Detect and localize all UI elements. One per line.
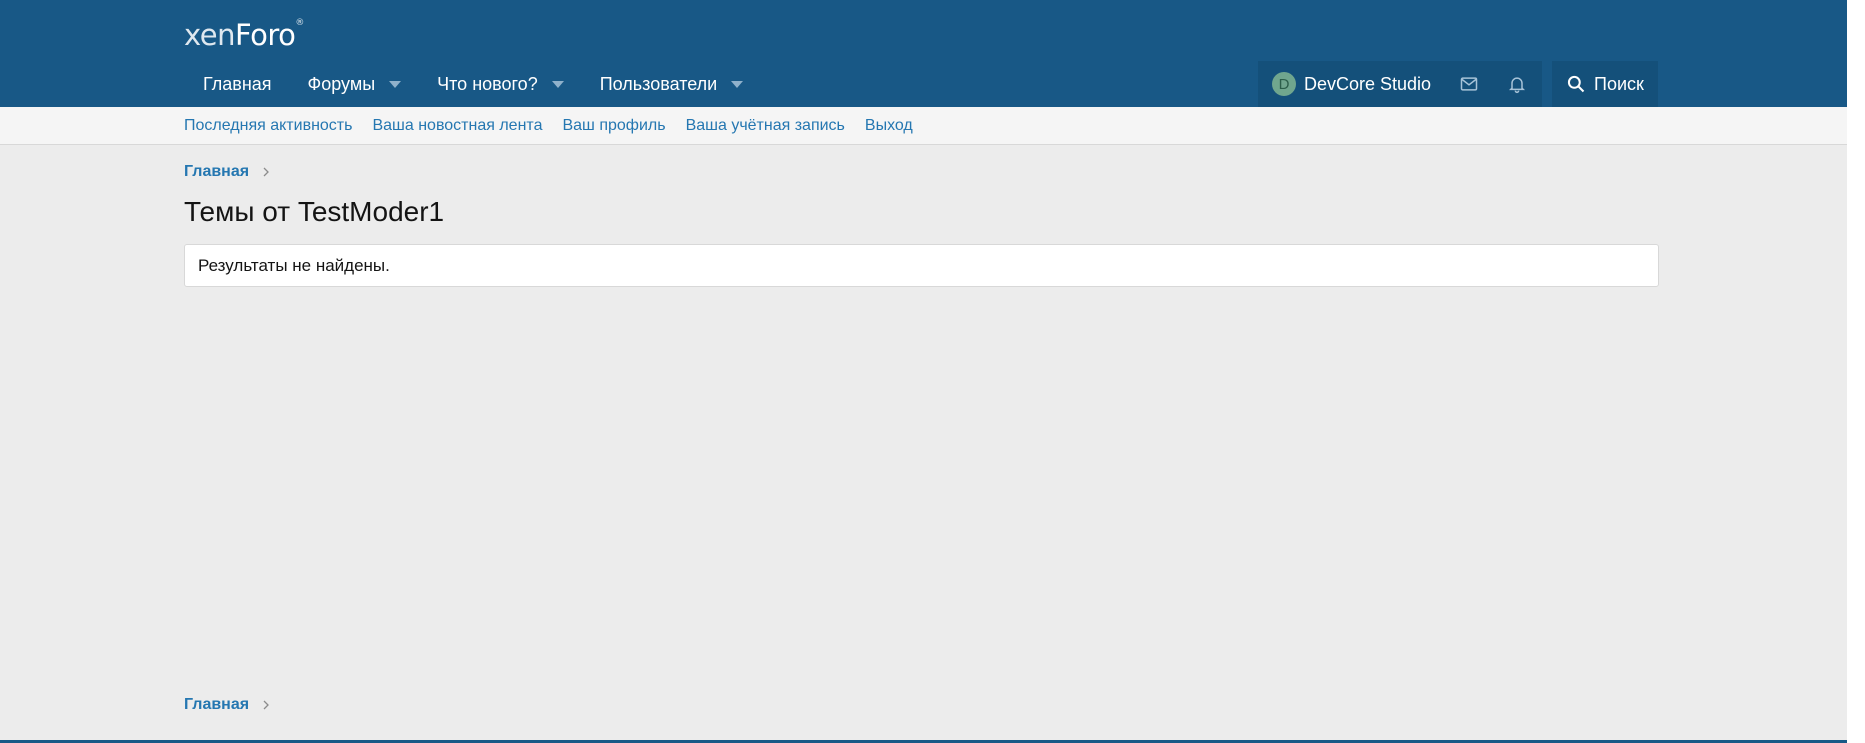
nav-item-label: Главная bbox=[203, 74, 272, 94]
empty-results-message: Результаты не найдены. bbox=[198, 255, 390, 275]
nav-item-home[interactable]: Главная bbox=[186, 62, 290, 107]
sub-nav: Последняя активность Ваша новостная лент… bbox=[0, 107, 1847, 145]
subnav-your-profile[interactable]: Ваш профиль bbox=[562, 117, 665, 135]
page-title: Темы от TestModer1 bbox=[184, 196, 445, 227]
bell-icon bbox=[1509, 77, 1526, 94]
subnav-logout[interactable]: Выход bbox=[865, 117, 913, 135]
caret-down-icon[interactable] bbox=[551, 81, 564, 88]
page: xenForo® Главная Форумы Что нового? Поль… bbox=[0, 0, 1865, 743]
alerts-button[interactable] bbox=[1493, 61, 1541, 107]
envelope-icon bbox=[1460, 77, 1478, 91]
nav-item-label: Пользователи bbox=[599, 74, 718, 94]
nav-item-label: Что нового? bbox=[437, 74, 538, 94]
breadcrumb-top[interactable]: Главная bbox=[184, 163, 271, 181]
subnav-your-account[interactable]: Ваша учётная запись bbox=[686, 117, 845, 135]
breadcrumb-home[interactable]: Главная bbox=[184, 696, 249, 714]
results-block: Результаты не найдены. bbox=[184, 244, 1659, 287]
nav-item-label: Форумы bbox=[307, 74, 376, 94]
user-name: DevCore Studio bbox=[1304, 73, 1432, 94]
search-button[interactable]: Поиск bbox=[1552, 61, 1658, 107]
search-label: Поиск bbox=[1594, 73, 1644, 94]
subnav-news-feed[interactable]: Ваша новостная лента bbox=[372, 117, 542, 135]
chevron-right-icon bbox=[263, 700, 269, 710]
subnav-latest-activity[interactable]: Последняя активность bbox=[184, 117, 352, 135]
caret-down-icon[interactable] bbox=[389, 81, 402, 88]
header: xenForo® Главная Форумы Что нового? Поль… bbox=[0, 0, 1847, 107]
nav-item-members[interactable]: Пользователи bbox=[582, 62, 761, 107]
chevron-right-icon bbox=[263, 167, 269, 177]
breadcrumb-bottom[interactable]: Главная bbox=[184, 696, 271, 714]
search-icon bbox=[1567, 75, 1585, 93]
main-nav: Главная Форумы Что нового? Пользователи bbox=[186, 62, 761, 107]
user-nav-group: D DevCore Studio bbox=[1258, 61, 1542, 107]
caret-down-icon[interactable] bbox=[731, 81, 744, 88]
inbox-button[interactable] bbox=[1445, 61, 1493, 107]
xenforo-logo[interactable]: xenForo® bbox=[184, 18, 304, 52]
scrollbar-track[interactable] bbox=[1847, 0, 1865, 743]
nav-item-forums[interactable]: Форумы bbox=[290, 62, 420, 107]
breadcrumb-home[interactable]: Главная bbox=[184, 163, 249, 181]
nav-item-whats-new[interactable]: Что нового? bbox=[419, 62, 582, 107]
avatar: D bbox=[1272, 72, 1296, 96]
account-link[interactable]: D DevCore Studio bbox=[1258, 61, 1431, 107]
